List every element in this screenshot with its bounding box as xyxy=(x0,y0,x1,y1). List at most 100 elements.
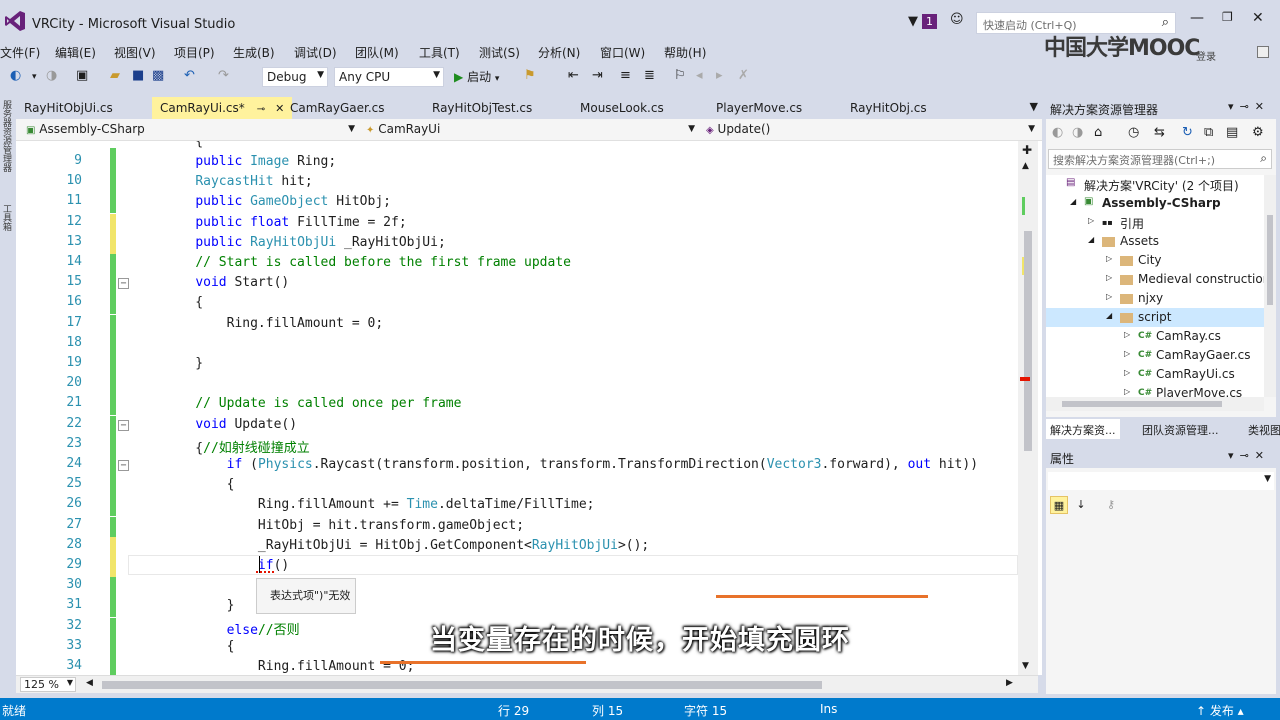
code-line[interactable]: 22 − void Update() xyxy=(16,415,1016,436)
collapsed-arrow-icon[interactable]: ▷ xyxy=(1124,368,1130,377)
collapsed-arrow-icon[interactable]: ▷ xyxy=(1106,292,1112,301)
show-all-files-icon[interactable]: ▤ xyxy=(1226,125,1238,140)
collapsed-arrow-icon[interactable]: ▷ xyxy=(1124,349,1130,358)
next-bookmark-icon[interactable]: ▸ xyxy=(716,68,723,83)
tree-item[interactable]: ▷ C# PlayerMove.cs xyxy=(1046,384,1264,397)
split-window-icon[interactable]: ✚ xyxy=(1022,143,1032,157)
home-icon[interactable]: ⌂ xyxy=(1094,125,1102,140)
bookmark-icon[interactable]: ⚐ xyxy=(674,68,686,83)
code-line[interactable]: 31 } xyxy=(16,597,1016,618)
redo-icon[interactable]: ↷ xyxy=(218,68,229,83)
tab-team-explorer[interactable]: 团队资源管理... xyxy=(1138,419,1223,439)
menu-tools[interactable]: 工具(T) xyxy=(419,44,460,61)
scroll-down-icon[interactable]: ▼ xyxy=(1022,661,1029,671)
tree-item[interactable]: ▷ C# CamRay.cs xyxy=(1046,327,1264,346)
menu-debug[interactable]: 调试(D) xyxy=(294,44,337,61)
menu-file[interactable]: 文件(F) xyxy=(0,44,40,61)
menu-window[interactable]: 窗口(W) xyxy=(600,44,645,61)
config-select[interactable]: Debug ▼ xyxy=(262,67,328,87)
code-line[interactable]: 10 RaycastHit hit; xyxy=(16,173,1016,194)
properties-object-select[interactable]: ▼ xyxy=(1048,472,1274,490)
class-select[interactable]: ✦ CamRayUi ▼ xyxy=(362,121,698,139)
scroll-thumb[interactable] xyxy=(1024,231,1032,451)
tree-item[interactable]: ▷ ▪▪ 引用 xyxy=(1046,213,1264,232)
restore-button[interactable]: ❐ xyxy=(1222,10,1233,24)
scroll-up-icon[interactable]: ▲ xyxy=(1022,161,1029,171)
scroll-thumb[interactable] xyxy=(1062,401,1222,407)
collapsed-arrow-icon[interactable]: ▷ xyxy=(1106,254,1112,263)
save-icon[interactable]: ■ xyxy=(132,68,144,83)
sync-icon[interactable]: ⇆ xyxy=(1154,125,1165,140)
member-select[interactable]: ◈ Update() ▼ xyxy=(702,121,1038,139)
code-line[interactable]: 11 public GameObject HitObj; xyxy=(16,193,1016,214)
clear-bookmark-icon[interactable]: ✗ xyxy=(738,68,749,83)
expanded-arrow-icon[interactable]: ◢ xyxy=(1070,197,1076,206)
tree-item[interactable]: ▤ 解决方案'VRCity' (2 个项目) xyxy=(1046,175,1264,194)
tab-rayhitobj[interactable]: RayHitObj.cs xyxy=(842,97,935,119)
properties-icon[interactable]: ⚙ xyxy=(1252,125,1264,140)
pin-icon[interactable]: ⊸ xyxy=(1240,100,1255,113)
comment-icon[interactable]: ≡ xyxy=(620,68,631,83)
tab-camraygaer[interactable]: CamRayGaer.cs xyxy=(282,97,392,119)
refresh-icon[interactable]: ↻ xyxy=(1182,125,1193,140)
tree-item[interactable]: ▷ C# CamRayGaer.cs xyxy=(1046,346,1264,365)
editor-vertical-scrollbar[interactable]: ✚ ▲ ▼ xyxy=(1018,141,1038,675)
start-debug-button[interactable]: ▶ 启动 ▾ xyxy=(454,68,499,85)
search-icon[interactable]: ⌕ xyxy=(1162,15,1169,30)
categorized-icon[interactable]: ▦ xyxy=(1050,496,1068,514)
tab-rayhitobjui[interactable]: RayHitObjUi.cs xyxy=(16,97,121,119)
tree-item[interactable]: ▷ Medieval construction xyxy=(1046,270,1264,289)
menu-test[interactable]: 测试(S) xyxy=(479,44,520,61)
back-dropdown-icon[interactable]: ▾ xyxy=(32,72,37,82)
back-icon[interactable]: ◐ xyxy=(1052,125,1063,140)
close-icon[interactable]: ✕ xyxy=(1255,100,1270,113)
fold-toggle-icon[interactable]: − xyxy=(118,419,129,431)
tree-item[interactable]: ◢ ▣ Assembly-CSharp xyxy=(1046,194,1264,213)
horizontal-scroll-thumb[interactable] xyxy=(102,681,822,689)
tree-item[interactable]: ◢ script xyxy=(1046,308,1264,327)
code-line[interactable]: 14 // Start is called before the first f… xyxy=(16,254,1016,274)
close-button[interactable]: ✕ xyxy=(1252,10,1264,26)
fold-toggle-icon[interactable]: − xyxy=(118,278,129,290)
pin-icon[interactable]: ⊸ xyxy=(257,104,265,115)
code-line[interactable]: 28 _RayHitObjUi = HitObj.GetComponent<Ra… xyxy=(16,536,1016,557)
menu-edit[interactable]: 编辑(E) xyxy=(55,44,96,61)
code-line[interactable]: 19 } xyxy=(16,355,1016,375)
collapsed-arrow-icon[interactable]: ▷ xyxy=(1088,216,1094,225)
scroll-right-icon[interactable]: ▶ xyxy=(1006,678,1013,688)
scroll-left-icon[interactable]: ◀ xyxy=(86,678,93,688)
forward-icon[interactable]: ◑ xyxy=(1072,125,1083,140)
code-line[interactable]: 23 {//如射线碰撞成立 xyxy=(16,435,1016,456)
expanded-arrow-icon[interactable]: ◢ xyxy=(1088,235,1094,244)
collapsed-arrow-icon[interactable]: ▷ xyxy=(1124,330,1130,339)
notification-badge[interactable]: 1 xyxy=(922,14,937,29)
menu-view[interactable]: 视图(V) xyxy=(114,44,156,61)
collapsed-arrow-icon[interactable]: ▷ xyxy=(1106,273,1112,282)
uncomment-icon[interactable]: ≣ xyxy=(644,68,655,83)
code-line[interactable]: 17 Ring.fillAmount = 0; xyxy=(16,314,1016,335)
back-icon[interactable]: ◐ xyxy=(10,68,21,83)
tree-horizontal-scrollbar[interactable] xyxy=(1046,397,1264,411)
code-line[interactable]: 26 Ring.fillAmount += Time.deltaTime/Fil… xyxy=(16,496,1016,517)
code-line[interactable]: 12 public float FillTime = 2f; xyxy=(16,213,1016,234)
alphabetical-icon[interactable]: ↓ xyxy=(1072,496,1090,514)
prev-bookmark-icon[interactable]: ◂ xyxy=(696,68,703,83)
open-file-icon[interactable]: ▰ xyxy=(110,68,120,83)
property-pages-icon[interactable]: ⚷ xyxy=(1102,496,1120,514)
code-line[interactable]: 9 public Image Ring; xyxy=(16,153,1016,173)
collapsed-arrow-icon[interactable]: ▷ xyxy=(1124,387,1130,396)
fold-toggle-icon[interactable]: − xyxy=(118,460,129,471)
code-line[interactable]: 18 xyxy=(16,334,1016,355)
tab-playermove[interactable]: PlayerMove.cs xyxy=(708,97,810,119)
menu-project[interactable]: 项目(P) xyxy=(174,44,215,61)
code-line[interactable]: 27 HitObj = hit.transform.gameObject; xyxy=(16,516,1016,537)
undo-icon[interactable]: ↶ xyxy=(184,68,195,83)
menu-analyze[interactable]: 分析(N) xyxy=(538,44,580,61)
tab-mouselook[interactable]: MouseLook.cs xyxy=(572,97,672,119)
pin-icon[interactable]: ⊸ xyxy=(1240,449,1255,462)
new-project-icon[interactable]: ▣ xyxy=(76,68,88,83)
code-line[interactable]: 16 { xyxy=(16,294,1016,315)
scroll-thumb[interactable] xyxy=(1267,215,1273,305)
feedback-icon[interactable]: ☺ xyxy=(950,12,964,27)
tab-camrayui[interactable]: CamRayUi.cs* ⊸ ✕ xyxy=(152,97,293,119)
